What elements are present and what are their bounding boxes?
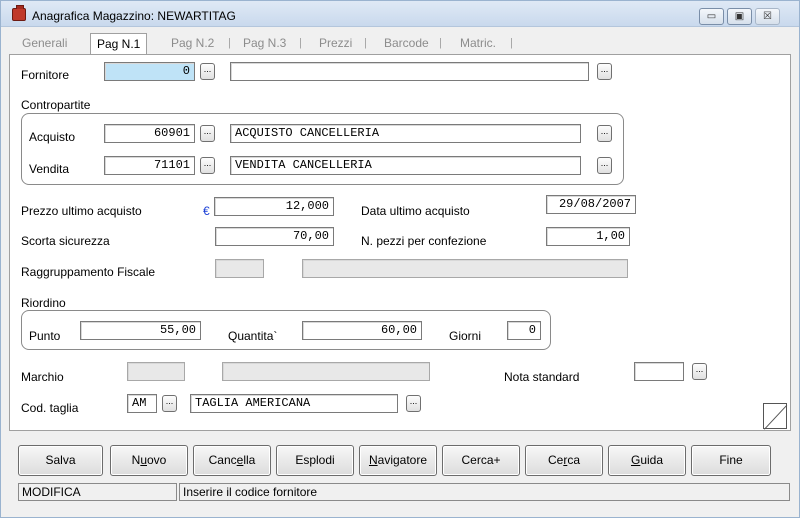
fornitore-description-lookup-button[interactable]: ... [597,63,612,80]
acquisto-description-input[interactable]: ACQUISTO CANCELLERIA [230,124,581,143]
tab-pag-n1[interactable]: Pag N.1 [90,33,148,55]
acquisto-code-input[interactable]: 60901 [104,124,195,143]
acquisto-label: Acquisto [29,130,76,144]
raggruppamento-fiscale-label: Raggruppamento Fiscale [21,265,156,279]
pezzi-per-confezione-input[interactable]: 1,00 [546,227,630,246]
quantita-input[interactable]: 60,00 [302,321,422,340]
marchio-label: Marchio [21,370,64,384]
data-ultimo-acquisto-label: Data ultimo acquisto [361,204,470,218]
contropartite-label: Contropartite [21,98,91,112]
cod-taglia-description-lookup-button[interactable]: ... [406,395,421,412]
cod-taglia-lookup-button[interactable]: ... [162,395,177,412]
tab-pag-n3[interactable]: Pag N.3 [243,35,286,53]
page-corner-icon[interactable] [763,403,787,429]
vendita-description-lookup-button[interactable]: ... [597,157,612,174]
acquisto-description-lookup-button[interactable]: ... [597,125,612,142]
status-mode: MODIFICA [18,483,177,501]
scorta-sicurezza-label: Scorta sicurezza [21,234,110,248]
vendita-description-input[interactable]: VENDITA CANCELLERIA [230,156,581,175]
fornitore-label: Fornitore [21,68,70,82]
nuovo-button[interactable]: Nuovo [110,445,188,476]
data-ultimo-acquisto-input[interactable]: 29/08/2007 [546,195,636,214]
tab-matric[interactable]: Matric. [460,35,496,53]
tab-separator: | [439,37,442,49]
navigatore-button[interactable]: Navigatore [359,445,437,476]
marchio-description-input [222,362,430,381]
raggruppamento-fiscale-code-input [215,259,264,278]
euro-icon: € [203,204,210,218]
nota-standard-label: Nota standard [504,370,580,384]
guida-button[interactable]: Guida [608,445,686,476]
quantita-label: Quantita` [228,329,278,343]
punto-label: Punto [29,329,61,343]
vendita-lookup-button[interactable]: ... [200,157,215,174]
cancella-button[interactable]: Cancella [193,445,271,476]
window-title: Anagrafica Magazzino: NEWARTITAG [32,9,236,23]
close-button[interactable]: ☒ [755,8,780,25]
tab-separator: | [510,37,513,49]
cod-taglia-code-input[interactable]: AM [127,394,157,413]
salva-button[interactable]: Salva [18,445,103,476]
fornitore-code-input[interactable]: 0 [104,62,195,81]
prezzo-ultimo-acquisto-input[interactable]: 12,000 [214,197,334,216]
vendita-code-input[interactable]: 71101 [104,156,195,175]
cod-taglia-label: Cod. taglia [21,401,79,415]
giorni-label: Giorni [449,329,482,343]
tab-separator: | [299,37,302,49]
fornitore-description-input[interactable] [230,62,589,81]
vendita-label: Vendita [29,162,70,176]
briefcase-icon [12,5,26,21]
punto-input[interactable]: 55,00 [80,321,201,340]
riordino-label: Riordino [21,296,66,310]
fornitore-lookup-button[interactable]: ... [200,63,215,80]
application-window: Anagrafica Magazzino: NEWARTITAG ▭ ▣ ☒ G… [0,0,800,518]
tab-prezzi[interactable]: Prezzi [319,35,352,53]
acquisto-lookup-button[interactable]: ... [200,125,215,142]
minimize-button[interactable]: ▭ [699,8,724,25]
tab-pag-n2[interactable]: Pag N.2 [171,35,214,53]
tab-barcode[interactable]: Barcode [384,35,429,53]
marchio-code-input [127,362,185,381]
fine-button[interactable]: Fine [691,445,771,476]
tab-generali[interactable]: Generali [22,35,67,53]
giorni-input[interactable]: 0 [507,321,541,340]
raggruppamento-fiscale-description-input [302,259,628,278]
scorta-sicurezza-input[interactable]: 70,00 [215,227,334,246]
tab-separator: | [364,37,367,49]
status-hint: Inserire il codice fornitore [179,483,790,501]
title-bar: Anagrafica Magazzino: NEWARTITAG ▭ ▣ ☒ [1,1,799,27]
nota-standard-input[interactable] [634,362,684,381]
tab-separator: | [228,37,231,49]
cod-taglia-description-input[interactable]: TAGLIA AMERICANA [190,394,398,413]
cerca-plus-button[interactable]: Cerca+ [442,445,520,476]
nota-standard-lookup-button[interactable]: ... [692,363,707,380]
prezzo-ultimo-acquisto-label: Prezzo ultimo acquisto [21,204,142,218]
pezzi-per-confezione-label: N. pezzi per confezione [361,234,487,248]
maximize-button[interactable]: ▣ [727,8,752,25]
cerca-button[interactable]: Cerca [525,445,603,476]
esplodi-button[interactable]: Esplodi [276,445,354,476]
